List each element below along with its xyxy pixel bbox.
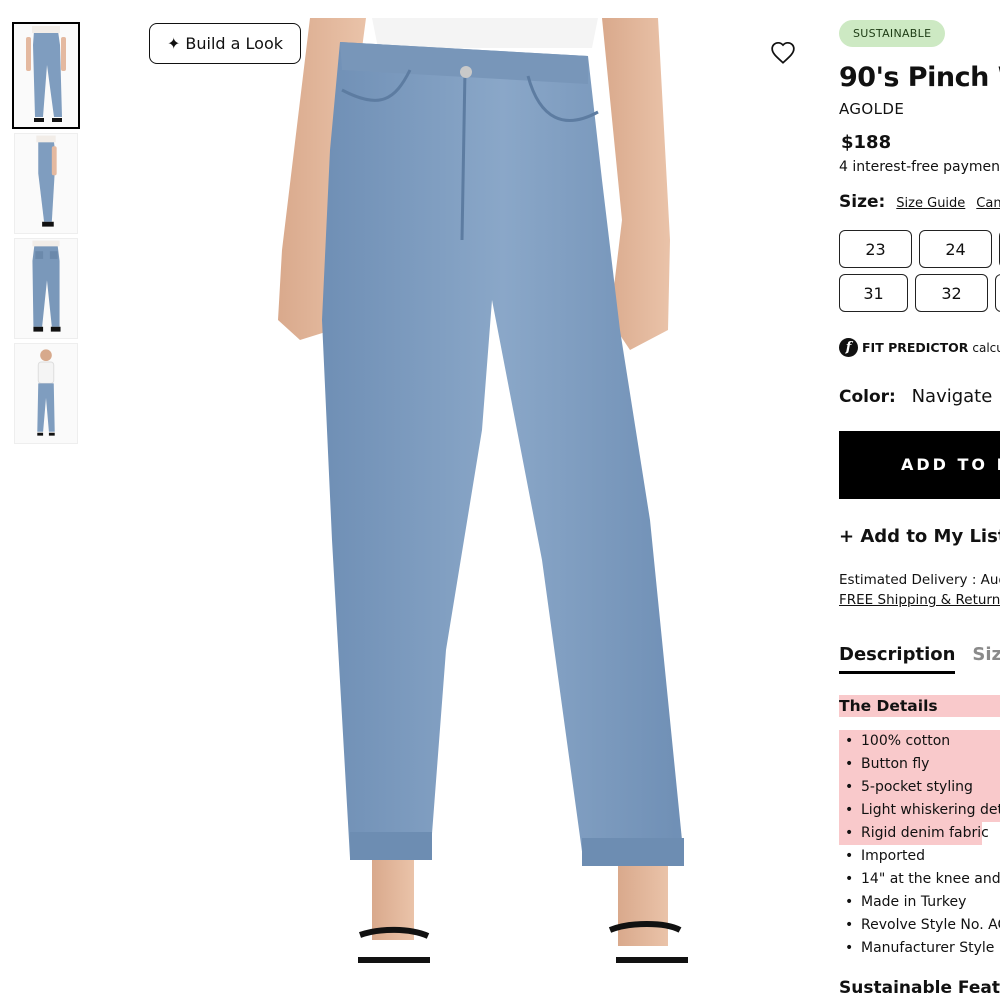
list-item: 100% cotton xyxy=(839,730,1000,753)
thumbnail-outfit[interactable] xyxy=(14,343,78,444)
size-option[interactable]: 24 xyxy=(919,230,992,268)
details-heading: The Details xyxy=(839,695,1000,717)
thumbnail-back[interactable] xyxy=(14,238,78,339)
size-header: Size: Size Guide Can xyxy=(839,192,1000,212)
color-value: Navigate xyxy=(911,386,993,407)
list-item: Light whiskering deta xyxy=(839,799,1000,822)
thumbnail-side-image xyxy=(36,135,57,227)
list-item: Button fly xyxy=(839,753,1000,776)
color-label: Color: xyxy=(839,387,896,407)
add-to-bag-button[interactable]: ADD TO BA xyxy=(839,431,1000,499)
list-item: 14" at the knee and 14 xyxy=(839,868,1000,891)
fit-predictor-icon: f xyxy=(839,338,858,357)
size-other-link[interactable]: Can xyxy=(976,196,1000,211)
sparkle-icon: ✦ xyxy=(166,33,181,53)
add-to-lists-link[interactable]: + Add to My Lists xyxy=(839,526,1000,547)
estimated-delivery: Estimated Delivery : Aug xyxy=(839,572,1000,588)
list-item: Made in Turkey xyxy=(839,891,1000,914)
sustainable-badge: SUSTAINABLE xyxy=(839,20,946,47)
list-item: Imported xyxy=(839,845,1000,868)
product-title: 90's Pinch W xyxy=(839,62,1000,93)
tab-description[interactable]: Description xyxy=(839,644,956,674)
fit-predictor-title: FIT PREDICTOR xyxy=(862,340,969,355)
free-shipping-link[interactable]: FREE Shipping & Returns xyxy=(839,592,1000,608)
heart-icon[interactable] xyxy=(770,40,796,66)
thumbnail-side[interactable] xyxy=(14,133,78,234)
sustainable-features-heading: Sustainable Feature xyxy=(839,978,1000,998)
list-item: 5-pocket styling xyxy=(839,776,1000,799)
thumbnail-front[interactable] xyxy=(12,22,80,129)
size-option[interactable] xyxy=(995,274,1000,312)
size-label: Size: xyxy=(839,192,886,212)
thumbnail-outfit-image xyxy=(37,349,55,436)
details-list: 100% cotton Button fly 5-pocket styling … xyxy=(839,730,1000,960)
product-brand[interactable]: AGOLDE xyxy=(839,100,904,118)
size-option[interactable]: 32 xyxy=(915,274,988,312)
product-price: $188 xyxy=(841,132,892,153)
details-tabs: Description Size xyxy=(839,644,1000,674)
jeans-photo xyxy=(278,18,688,963)
thumbnail-back-image xyxy=(32,240,61,332)
list-item: Rigid denim fabric xyxy=(839,822,989,845)
thumbnail-front-image xyxy=(26,26,66,122)
size-option[interactable]: 31 xyxy=(839,274,908,312)
list-item: Manufacturer Style N xyxy=(839,937,1000,960)
list-item: Revolve Style No. AGC xyxy=(839,914,1000,937)
tab-size[interactable]: Size xyxy=(972,644,1000,674)
thumbnail-gallery xyxy=(12,22,80,448)
product-details: SUSTAINABLE 90's Pinch W AGOLDE $188 4 i… xyxy=(839,0,1000,1000)
installments-text: 4 interest-free paymen xyxy=(839,159,1000,175)
build-a-look-label: Build a Look xyxy=(185,34,284,53)
fit-predictor-desc: calcula xyxy=(972,340,1000,355)
size-option[interactable]: 23 xyxy=(839,230,912,268)
size-guide-link[interactable]: Size Guide xyxy=(896,196,965,211)
fit-predictor[interactable]: f FIT PREDICTOR calcula xyxy=(839,338,1000,357)
color-selector: Color: Navigate xyxy=(839,386,992,407)
build-a-look-button[interactable]: ✦ Build a Look xyxy=(149,23,301,64)
product-image xyxy=(110,0,810,1000)
